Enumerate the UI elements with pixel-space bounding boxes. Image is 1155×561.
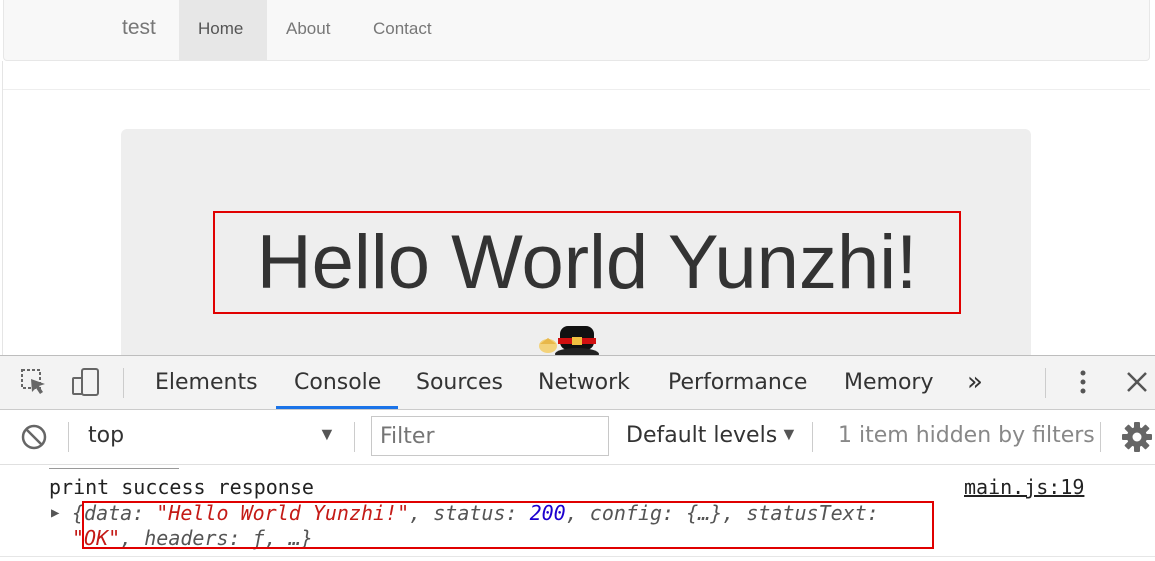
navbar-brand[interactable]: test: [122, 16, 156, 40]
nav-contact-link[interactable]: Contact: [354, 0, 451, 60]
web-page: test Home About Contact Hello World Yunz…: [0, 0, 1155, 355]
active-tab-indicator: [276, 406, 398, 409]
expand-object-icon[interactable]: ▶: [51, 505, 59, 521]
console-divider: [0, 556, 1155, 557]
page-divider: [3, 89, 1150, 90]
nav-about-link[interactable]: About: [267, 0, 349, 60]
log-source-link[interactable]: main.js:19: [964, 475, 1084, 499]
filterbar-separator: [68, 422, 69, 452]
toolbar-separator: [123, 368, 124, 398]
clear-console-icon[interactable]: [20, 423, 48, 451]
clipped-log-entry: [49, 465, 179, 469]
hidden-items-note: 1 item hidden by filters: [838, 423, 1095, 448]
heading-highlight-box: Hello World Yunzhi!: [213, 211, 961, 314]
tab-performance[interactable]: Performance: [668, 356, 807, 409]
console-filterbar: top ▼ Default levels ▼ 1 item hidden by …: [0, 410, 1155, 465]
levels-dropdown-arrow-icon[interactable]: ▼: [780, 424, 798, 445]
page-edge: [2, 61, 3, 355]
context-selector[interactable]: top: [88, 423, 124, 448]
tab-network[interactable]: Network: [538, 356, 630, 409]
context-dropdown-arrow-icon[interactable]: ▼: [318, 424, 336, 445]
filterbar-separator: [354, 422, 355, 452]
response-highlight-box: [82, 501, 934, 549]
kebab-menu-icon[interactable]: [1067, 366, 1099, 398]
main-heading: Hello World Yunzhi!: [256, 220, 918, 305]
log-message: print success response: [49, 475, 314, 499]
mascot-image: [539, 326, 599, 355]
close-icon[interactable]: [1121, 366, 1153, 398]
tab-elements[interactable]: Elements: [155, 356, 258, 409]
devtools-tabbar: Elements Console Sources Network Perform…: [0, 356, 1155, 410]
inspect-element-icon[interactable]: [18, 366, 50, 398]
nav-home-link[interactable]: Home: [179, 0, 267, 60]
tab-memory[interactable]: Memory: [844, 356, 933, 409]
console-filter-input[interactable]: [371, 416, 609, 456]
device-toolbar-icon[interactable]: [70, 366, 102, 398]
toolbar-separator: [1045, 368, 1046, 398]
navbar: test Home About Contact: [3, 0, 1150, 61]
console-settings-gear-icon[interactable]: [1121, 421, 1153, 453]
tab-console[interactable]: Console: [294, 356, 381, 409]
filterbar-separator: [1100, 422, 1101, 452]
filterbar-separator: [812, 422, 813, 452]
log-levels-selector[interactable]: Default levels: [626, 423, 777, 448]
tab-sources[interactable]: Sources: [416, 356, 503, 409]
more-tabs-button[interactable]: »: [967, 356, 983, 409]
